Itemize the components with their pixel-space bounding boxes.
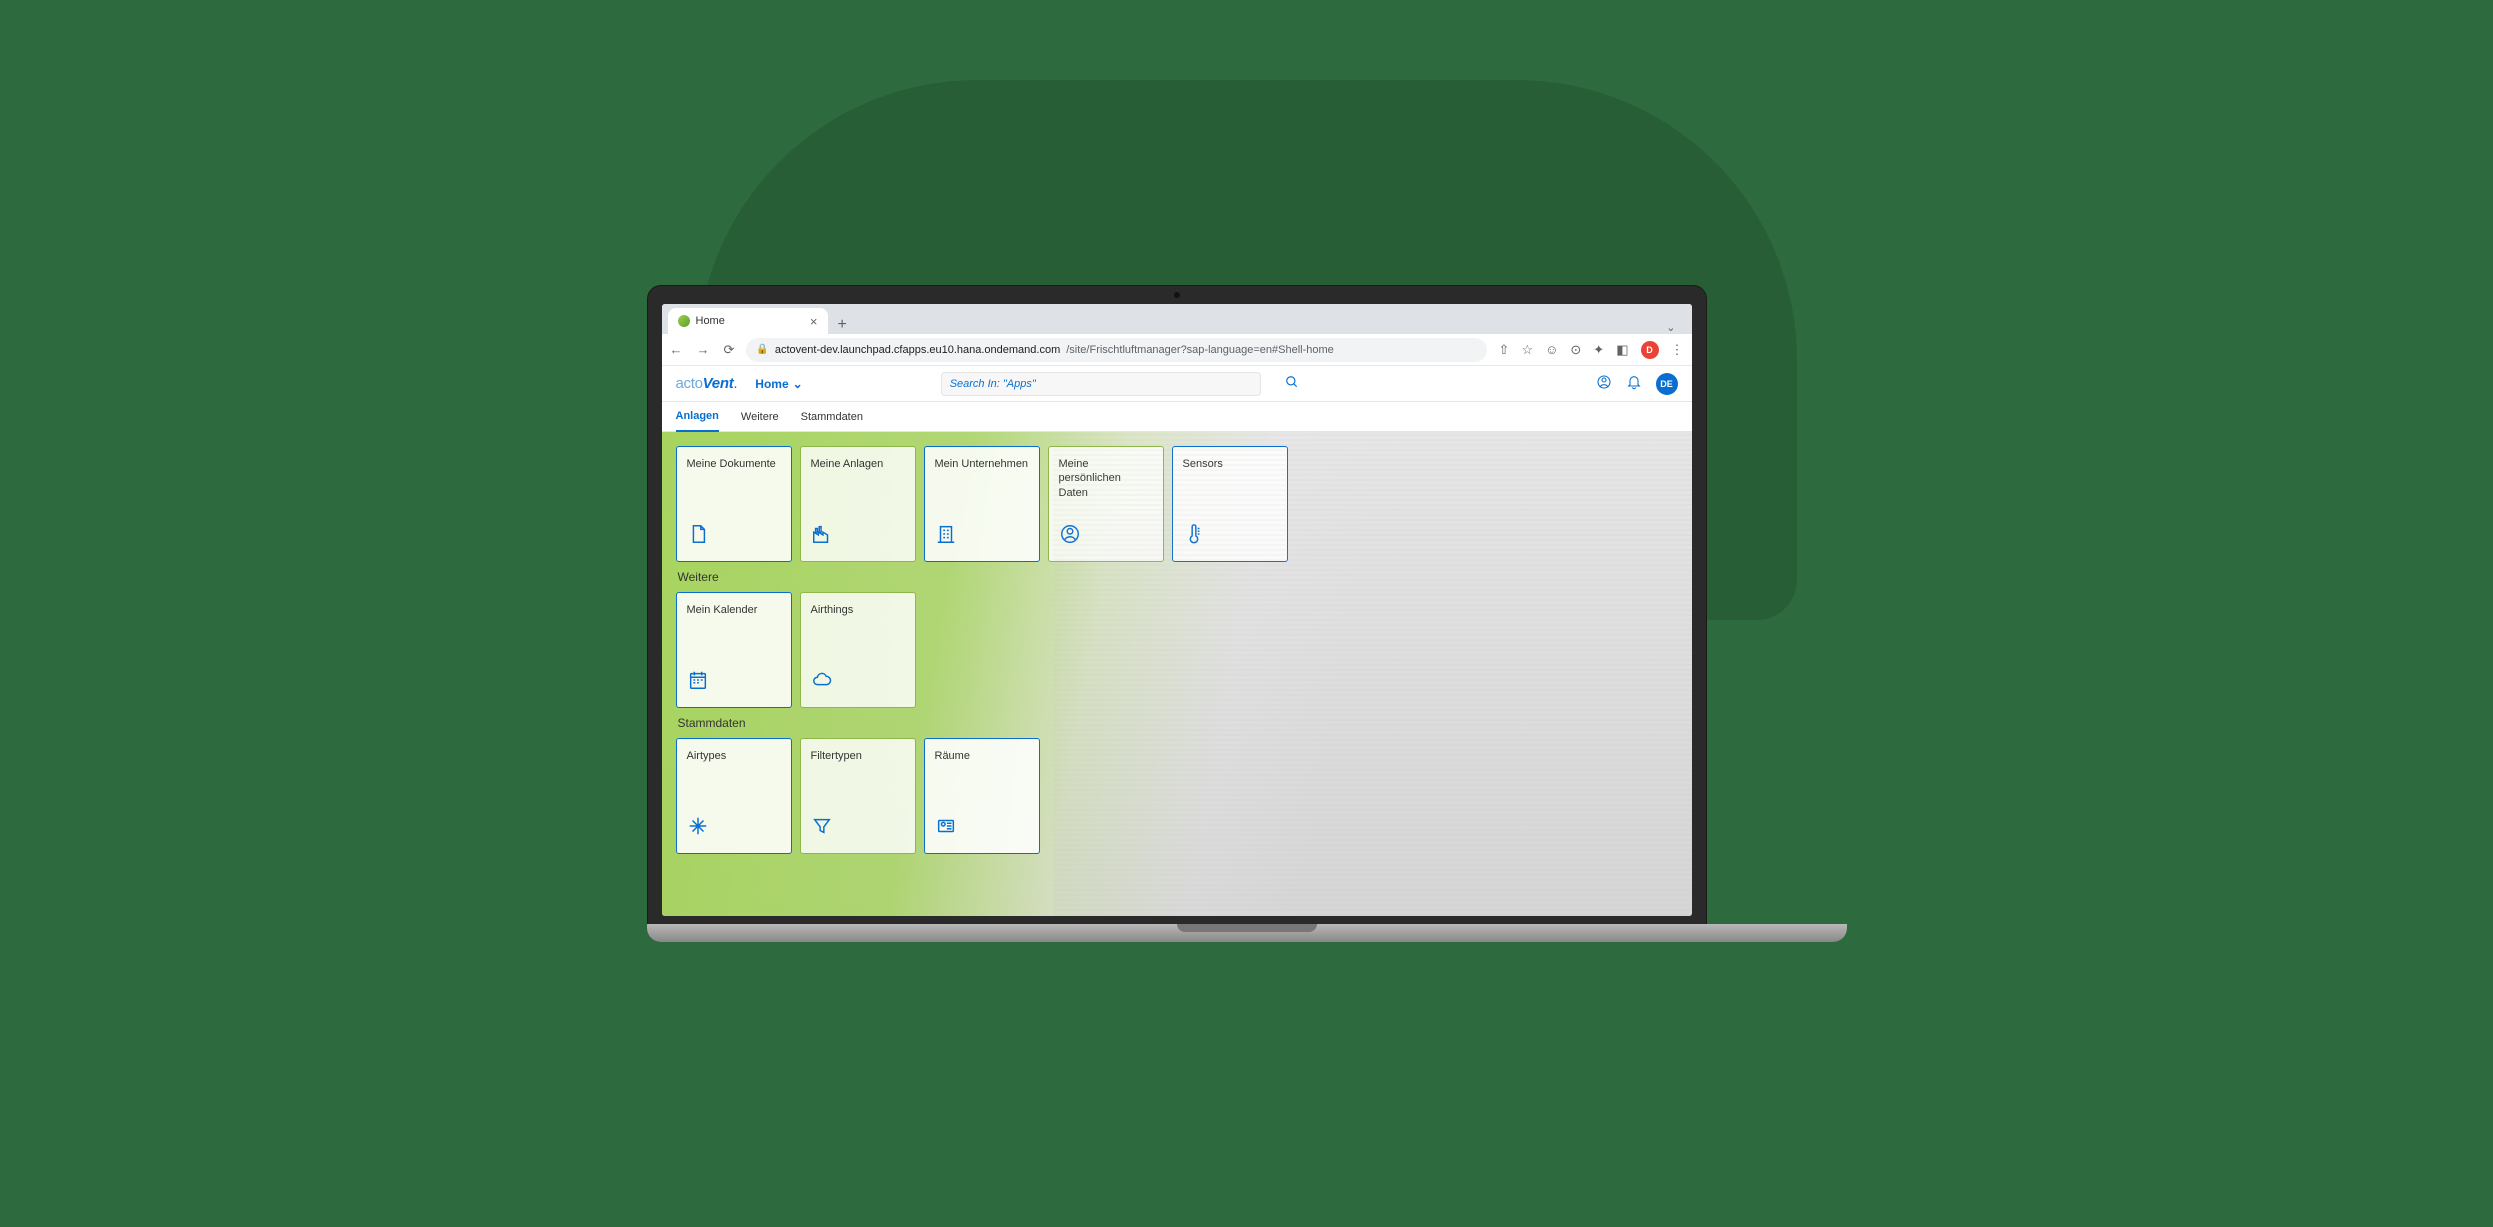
back-button[interactable]: ←	[670, 342, 683, 358]
share-icon[interactable]: ⇧	[1499, 342, 1510, 358]
tile-raeume[interactable]: Räume	[924, 738, 1040, 854]
thermometer-icon	[1183, 523, 1277, 551]
calendar-icon	[687, 669, 781, 697]
app-nav-tabs: Anlagen Weitere Stammdaten	[662, 402, 1692, 432]
document-icon	[687, 523, 781, 551]
tile-group-stammdaten: Airtypes Filtertypen Räume	[676, 738, 1678, 854]
new-tab-button[interactable]: +	[828, 316, 857, 334]
app-logo[interactable]: actoVent.	[676, 375, 738, 392]
building-icon	[935, 523, 1029, 551]
app-header: actoVent. Home ⌄	[662, 366, 1692, 402]
close-tab-icon[interactable]: ×	[810, 314, 818, 329]
tile-meine-dokumente[interactable]: Meine Dokumente	[676, 446, 792, 562]
tile-filtertypen[interactable]: Filtertypen	[800, 738, 916, 854]
browser-tab[interactable]: Home ×	[668, 308, 828, 334]
bell-icon[interactable]	[1626, 374, 1642, 393]
factory-icon	[811, 523, 905, 551]
tile-group-anlagen: Meine Dokumente Meine Anlagen Mein Unter…	[676, 446, 1678, 562]
search-icon[interactable]	[1285, 375, 1299, 392]
emoji-icon[interactable]: ☺	[1545, 342, 1558, 357]
favicon	[678, 315, 690, 327]
chevron-down-icon[interactable]: ⌄	[1656, 321, 1685, 334]
lock-icon: 🔒	[756, 344, 768, 355]
home-label: Home	[755, 377, 788, 391]
section-title-weitere: Weitere	[678, 570, 1678, 584]
room-icon	[935, 815, 1029, 843]
browser-tab-strip: Home × + ⌄	[662, 304, 1692, 334]
tile-meine-anlagen[interactable]: Meine Anlagen	[800, 446, 916, 562]
search-input[interactable]	[950, 378, 1252, 390]
address-bar[interactable]: 🔒 actovent-dev.launchpad.cfapps.eu10.han…	[746, 338, 1486, 362]
tile-persoenliche-daten[interactable]: Meine persönlichen Daten	[1048, 446, 1164, 562]
tab-stammdaten[interactable]: Stammdaten	[801, 403, 863, 431]
filter-icon	[811, 815, 905, 843]
tile-airthings[interactable]: Airthings	[800, 592, 916, 708]
webcam	[1174, 292, 1180, 298]
snowflake-icon	[687, 815, 781, 843]
tab-title: Home	[696, 315, 725, 327]
star-icon[interactable]: ☆	[1521, 342, 1533, 358]
browser-profile-badge[interactable]: D	[1641, 341, 1659, 359]
person-icon	[1059, 523, 1153, 551]
url-path: /site/Frischtluftmanager?sap-language=en…	[1066, 344, 1334, 356]
browser-toolbar: ← → ⟳ 🔒 actovent-dev.launchpad.cfapps.eu…	[662, 334, 1692, 366]
laptop-mockup: Home × + ⌄ ← → ⟳ 🔒 actovent-dev.launchpa…	[647, 285, 1847, 942]
cloud-icon	[811, 669, 905, 697]
laptop-base	[647, 924, 1847, 942]
url-host: actovent-dev.launchpad.cfapps.eu10.hana.…	[775, 344, 1060, 356]
search-field-wrapper	[941, 372, 1261, 396]
sync-icon[interactable]: ⊙	[1570, 342, 1581, 358]
tile-sensors[interactable]: Sensors	[1172, 446, 1288, 562]
extensions-icon[interactable]: ✦	[1593, 342, 1604, 358]
chevron-down-icon: ⌄	[793, 377, 803, 391]
launchpad-content: Meine Dokumente Meine Anlagen Mein Unter…	[662, 432, 1692, 916]
forward-button[interactable]: →	[697, 342, 710, 358]
tile-group-weitere: Mein Kalender Airthings	[676, 592, 1678, 708]
home-dropdown[interactable]: Home ⌄	[755, 377, 802, 391]
tile-mein-unternehmen[interactable]: Mein Unternehmen	[924, 446, 1040, 562]
support-icon[interactable]	[1596, 374, 1612, 393]
panel-icon[interactable]: ◧	[1616, 342, 1628, 358]
section-title-stammdaten: Stammdaten	[678, 716, 1678, 730]
tile-airtypes[interactable]: Airtypes	[676, 738, 792, 854]
tile-mein-kalender[interactable]: Mein Kalender	[676, 592, 792, 708]
kebab-menu-icon[interactable]: ⋮	[1671, 342, 1684, 358]
tab-anlagen[interactable]: Anlagen	[676, 402, 719, 432]
reload-button[interactable]: ⟳	[724, 342, 735, 358]
user-avatar[interactable]: DE	[1656, 373, 1678, 395]
tab-weitere[interactable]: Weitere	[741, 403, 779, 431]
